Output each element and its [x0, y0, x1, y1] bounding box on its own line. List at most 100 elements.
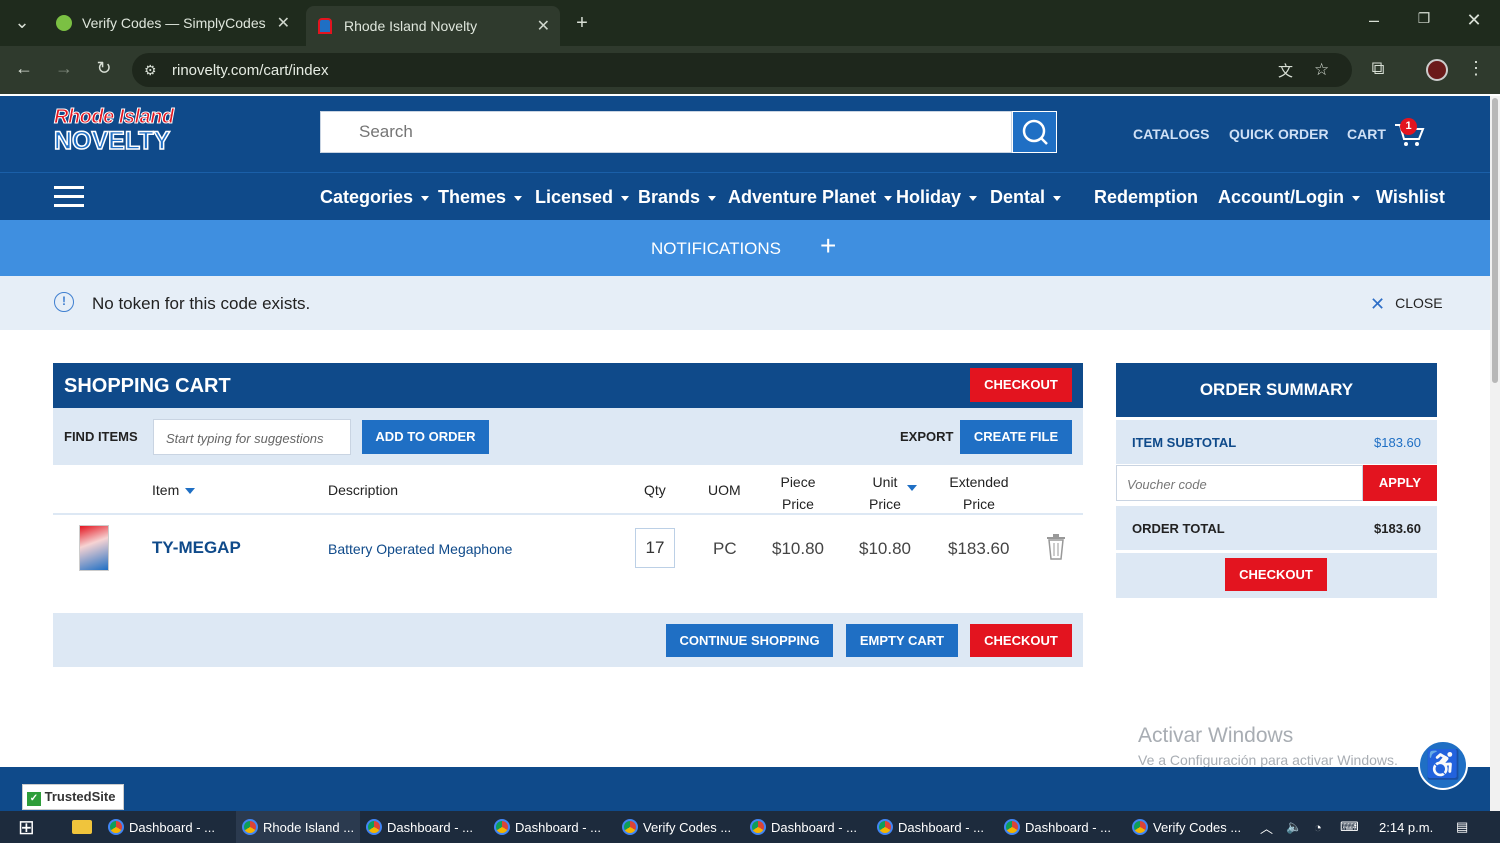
cart-header: SHOPPING CART CHECKOUT — [53, 363, 1083, 408]
nav-account-login[interactable]: Account/Login — [1218, 187, 1360, 208]
col-qty: Qty — [644, 482, 666, 498]
taskbar-item[interactable]: Rhode Island ... — [236, 811, 360, 843]
volume-icon[interactable]: 🔈 — [1286, 811, 1302, 843]
clock[interactable]: 2:14 p.m. — [1379, 811, 1433, 843]
nav-brands[interactable]: Brands — [638, 187, 717, 208]
menu-kebab-icon[interactable]: ⋮ — [1464, 58, 1488, 79]
search-button[interactable] — [1012, 111, 1057, 153]
scrollbar-thumb[interactable] — [1492, 98, 1498, 383]
checkout-button-bottom[interactable]: CHECKOUT — [970, 624, 1072, 657]
col-item[interactable]: Item — [152, 482, 196, 498]
taskbar-item[interactable]: Dashboard - ... — [366, 811, 490, 843]
chevron-down-icon — [621, 195, 630, 201]
site-logo[interactable]: Rhode Island NOVELTY — [53, 106, 180, 162]
taskbar-item[interactable]: Dashboard - ... — [108, 811, 232, 843]
accessibility-icon: ♿ — [1425, 749, 1461, 780]
file-explorer-icon[interactable] — [72, 811, 92, 843]
profile-avatar[interactable] — [1426, 59, 1448, 81]
simplycodes-favicon-icon — [56, 15, 72, 31]
tab-rhode-island-novelty[interactable]: Rhode Island Novelty ✕ — [306, 6, 560, 46]
catalogs-link[interactable]: CATALOGS — [1133, 126, 1209, 142]
col-piece-price: Piece Price — [780, 474, 816, 512]
start-grid-icon[interactable]: ⊞ — [18, 811, 35, 843]
close-window-icon[interactable]: ✕ — [1462, 10, 1486, 31]
nav-licensed[interactable]: Licensed — [535, 187, 630, 208]
address-bar[interactable]: ⚙ rinovelty.com/cart/index 文 ☆ — [132, 53, 1352, 87]
subtotal-label: ITEM SUBTOTAL — [1132, 435, 1237, 450]
nav-wishlist[interactable]: Wishlist — [1376, 187, 1445, 208]
wifi-icon[interactable]: ◔ — [1314, 811, 1322, 843]
browser-tab-bar: ⌄ Verify Codes — SimplyCodes ✕ Rhode Isl… — [0, 0, 1500, 46]
add-to-order-button[interactable]: ADD TO ORDER — [362, 420, 489, 454]
search-input[interactable] — [359, 122, 959, 142]
page-scrollbar[interactable] — [1490, 96, 1500, 811]
order-total-label: ORDER TOTAL — [1132, 521, 1225, 536]
nav-themes[interactable]: Themes — [438, 187, 523, 208]
continue-shopping-button[interactable]: CONTINUE SHOPPING — [666, 624, 833, 657]
voucher-input[interactable]: Voucher code — [1116, 465, 1363, 501]
close-tab-icon[interactable]: ✕ — [277, 13, 290, 33]
taskbar-item[interactable]: Verify Codes ... — [622, 811, 746, 843]
alert-text: No token for this code exists. — [92, 294, 311, 313]
nav-dental[interactable]: Dental — [990, 187, 1062, 208]
checkout-button-summary[interactable]: CHECKOUT — [1225, 558, 1327, 591]
item-description-link[interactable]: Battery Operated Megaphone — [328, 541, 512, 557]
watermark-line1: Activar Windows — [1138, 724, 1294, 747]
nav-adventure-planet[interactable]: Adventure Planet — [728, 187, 893, 208]
close-alert-button[interactable]: ✕ CLOSE — [1370, 294, 1443, 315]
chrome-icon — [242, 819, 258, 835]
keyboard-icon[interactable]: ⌨ — [1340, 811, 1359, 843]
taskbar-item[interactable]: Dashboard - ... — [494, 811, 618, 843]
forward-icon[interactable]: → — [52, 58, 76, 79]
empty-cart-button[interactable]: EMPTY CART — [846, 624, 958, 657]
trustedsite-badge[interactable]: ✓ TrustedSite — [22, 784, 124, 810]
tab-search-icon[interactable]: ⌄ — [10, 12, 34, 33]
create-file-button[interactable]: CREATE FILE — [960, 420, 1072, 454]
reload-icon[interactable]: ↻ — [92, 58, 116, 79]
taskbar-item[interactable]: Dashboard - ... — [1004, 811, 1128, 843]
minimize-icon[interactable]: – — [1362, 10, 1386, 31]
new-tab-icon[interactable]: + — [570, 12, 594, 35]
qty-input[interactable]: 17 — [635, 528, 675, 568]
taskbar-item[interactable]: Dashboard - ... — [750, 811, 874, 843]
notifications-bar[interactable]: NOTIFICATIONS + — [0, 220, 1490, 276]
site-info-icon[interactable]: ⚙ — [144, 62, 157, 79]
close-tab-icon[interactable]: ✕ — [537, 16, 550, 36]
checkmark-icon: ✓ — [27, 792, 41, 806]
watermark-line2: Ve a Configuración para activar Windows. — [1138, 752, 1398, 768]
accessibility-button[interactable]: ♿ — [1418, 740, 1468, 790]
nav-holiday[interactable]: Holiday — [896, 187, 978, 208]
tray-chevron-icon[interactable]: ︿ — [1260, 811, 1273, 843]
col-description: Description — [328, 482, 399, 498]
nav-redemption[interactable]: Redemption — [1094, 187, 1198, 208]
restore-icon[interactable]: ❐ — [1412, 10, 1436, 27]
taskbar-item[interactable]: Verify Codes ... — [1132, 811, 1256, 843]
windows-activation-watermark: Activar Windows Ve a Configuración para … — [1138, 724, 1438, 768]
back-icon[interactable]: ← — [12, 58, 36, 79]
translate-icon[interactable]: 文 — [1278, 60, 1293, 81]
expand-plus-icon[interactable]: + — [820, 230, 836, 262]
cart-footer: CONTINUE SHOPPING EMPTY CART CHECKOUT — [53, 613, 1083, 667]
chrome-icon — [494, 819, 510, 835]
site-footer — [0, 767, 1500, 811]
cart-count-badge: 1 — [1400, 118, 1417, 135]
extensions-icon[interactable]: ⧉ — [1366, 58, 1390, 79]
apply-voucher-button[interactable]: APPLY — [1363, 465, 1437, 501]
cart-link[interactable]: CART — [1347, 126, 1386, 142]
bookmark-star-icon[interactable]: ☆ — [1314, 60, 1329, 80]
trash-icon[interactable] — [1046, 534, 1066, 560]
col-unit-price[interactable]: Unit Price — [865, 471, 905, 515]
order-summary-panel: ORDER SUMMARY ITEM SUBTOTAL $183.60 Vouc… — [1116, 363, 1437, 598]
checkout-button-top[interactable]: CHECKOUT — [970, 368, 1072, 402]
notifications-label: NOTIFICATIONS — [651, 239, 782, 258]
hamburger-menu-icon[interactable] — [54, 185, 84, 209]
find-items-input[interactable]: Start typing for suggestions — [153, 419, 351, 455]
taskbar-item[interactable]: Dashboard - ... — [877, 811, 1001, 843]
notifications-icon[interactable]: ▤ — [1456, 811, 1468, 843]
item-sku-link[interactable]: TY-MEGAP — [152, 538, 241, 558]
nav-categories[interactable]: Categories — [320, 187, 430, 208]
chevron-down-icon — [1351, 195, 1360, 201]
tab-verify-codes[interactable]: Verify Codes — SimplyCodes ✕ — [44, 8, 300, 38]
quick-order-link[interactable]: QUICK ORDER — [1229, 126, 1329, 142]
product-thumbnail[interactable] — [79, 525, 109, 571]
